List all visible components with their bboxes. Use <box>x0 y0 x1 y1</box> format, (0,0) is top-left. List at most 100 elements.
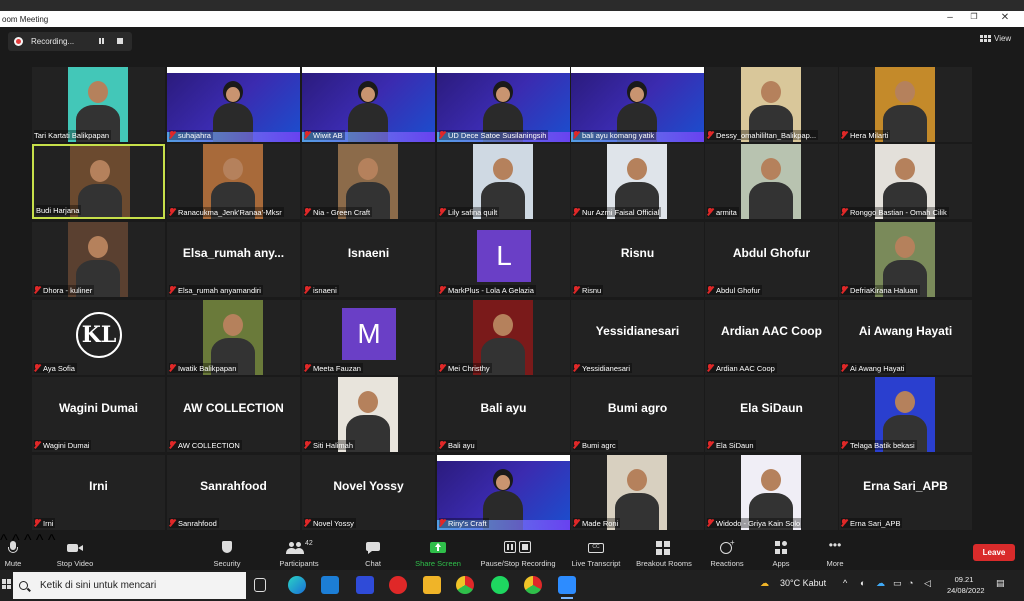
minimize-button[interactable]: – <box>942 12 958 23</box>
restore-button[interactable]: ❐ <box>966 12 982 21</box>
share-screen-button[interactable]: Share Screen <box>412 534 464 568</box>
participant-tile[interactable]: Budi Harjana <box>32 144 165 219</box>
stop-recording-button[interactable] <box>117 38 123 44</box>
chat-options-caret[interactable]: ^ <box>36 532 44 549</box>
participant-tile[interactable]: Ronggo Bastian - Omah Cilik <box>839 144 972 219</box>
muted-mic-icon <box>169 131 175 139</box>
windows-start-icon[interactable] <box>2 579 12 589</box>
breakout-rooms-button[interactable]: Breakout Rooms <box>633 534 695 568</box>
participant-tile[interactable]: Hera Milarti <box>839 67 972 142</box>
participants-options-caret[interactable]: ^ <box>24 532 32 549</box>
participant-tile[interactable]: Wiwit AB <box>302 67 435 142</box>
tray-chevron-icon[interactable]: ^ <box>843 578 847 588</box>
muted-mic-icon <box>169 441 175 449</box>
participant-name-label: Lily safina quilt <box>439 207 500 217</box>
participant-tile[interactable]: suhajahra <box>167 67 300 142</box>
mail-icon[interactable] <box>321 576 339 594</box>
taskbar-search[interactable]: Ketik di sini untuk mencari <box>13 572 246 599</box>
participant-tile[interactable]: Bumi agro Bumi agrc <box>571 377 704 452</box>
participant-tile[interactable]: Risnu Risnu <box>571 222 704 297</box>
apps-button[interactable]: Apps <box>769 534 793 568</box>
participants-button[interactable]: 42 Participants <box>275 534 323 568</box>
participant-tile[interactable]: bali ayu komang yatik <box>571 67 704 142</box>
notification-icon[interactable]: ▤ <box>996 578 1005 589</box>
battery-icon[interactable]: ▭ <box>893 578 902 589</box>
muted-mic-icon <box>304 131 310 139</box>
tray-app-icon[interactable]: ◐ <box>860 578 865 588</box>
pause-stop-recording-button[interactable]: Pause/Stop Recording <box>476 534 560 568</box>
live-transcript-button[interactable]: CC Live Transcript <box>568 534 624 568</box>
participant-tile[interactable]: DefriaKirana Haluan <box>839 222 972 297</box>
participant-tile[interactable]: Lily safina quilt <box>437 144 570 219</box>
security-button[interactable]: Security <box>209 534 245 568</box>
muted-mic-icon <box>439 519 445 527</box>
participant-name: Iwatik Balikpapan <box>178 363 237 373</box>
muted-mic-icon <box>34 519 40 527</box>
participant-name-label: Iwatik Balikpapan <box>169 363 239 373</box>
participant-tile[interactable]: M Meeta Fauzan <box>302 300 435 375</box>
participant-tile[interactable]: UD Dece Satoe Susilaningsih <box>437 67 570 142</box>
volume-icon[interactable]: ◁ <box>924 578 931 589</box>
chat-button[interactable]: Chat <box>362 534 384 568</box>
participant-tile[interactable]: Wagini Dumai Wagini Dumai <box>32 377 165 452</box>
participant-tile[interactable]: Mei Christhy <box>437 300 570 375</box>
participant-tile[interactable]: Ai Awang Hayati Ai Awang Hayati <box>839 300 972 375</box>
participant-tile[interactable]: Tari Kartati Balikpapan <box>32 67 165 142</box>
participant-tile[interactable]: Bali ayu Bali ayu <box>437 377 570 452</box>
more-button[interactable]: ••• More <box>822 534 848 568</box>
participant-tile[interactable]: Siti Halimah <box>302 377 435 452</box>
muted-mic-icon <box>34 364 40 372</box>
participant-name: Yessidianesari <box>582 363 631 373</box>
participant-tile[interactable]: Dhora - kuliner <box>32 222 165 297</box>
participant-tile[interactable]: Nia - Green Craft <box>302 144 435 219</box>
participant-tile[interactable]: Iwatik Balikpapan <box>167 300 300 375</box>
participant-tile[interactable]: Ranacukma_Jenk'Ranaa'-Mksr <box>167 144 300 219</box>
opera-browser-icon[interactable] <box>389 576 407 594</box>
close-button[interactable]: ✕ <box>997 12 1013 23</box>
pause-recording-button[interactable] <box>98 37 106 45</box>
chrome-browser-icon[interactable] <box>456 576 474 594</box>
muted-mic-icon <box>169 208 175 216</box>
taskbar-clock[interactable]: 09.21 24/08/2022 <box>947 574 985 596</box>
onedrive-icon[interactable]: ☁ <box>876 578 885 589</box>
participant-display-name: Sanrahfood <box>200 479 267 493</box>
participant-tile[interactable]: Novel Yossy Novel Yossy <box>302 455 435 530</box>
participant-tile[interactable]: Abdul Ghofur Abdul Ghofur <box>705 222 838 297</box>
app-icon[interactable] <box>356 576 374 594</box>
chrome-profile-icon[interactable] <box>524 576 542 594</box>
participant-tile[interactable]: Ardian AAC Coop Ardian AAC Coop <box>705 300 838 375</box>
participant-tile[interactable]: L MarkPlus - Lola A Gelazia <box>437 222 570 297</box>
zoom-app-icon[interactable] <box>558 576 576 599</box>
edge-browser-icon[interactable] <box>288 576 306 594</box>
participant-tile[interactable]: Yessidianesari Yessidianesari <box>571 300 704 375</box>
participant-tile[interactable]: Nur Azmi Faisal Official <box>571 144 704 219</box>
file-explorer-icon[interactable] <box>423 576 441 594</box>
mute-button[interactable]: Mute <box>2 534 24 568</box>
participant-name: Wagini Dumai <box>43 440 90 450</box>
stop-video-button[interactable]: Stop Video <box>52 534 98 568</box>
spotify-icon[interactable] <box>491 576 509 594</box>
view-button[interactable]: View <box>980 34 1011 43</box>
participant-name: Meeta Fauzan <box>313 363 361 373</box>
participant-tile[interactable]: KL Aya Sofia <box>32 300 165 375</box>
participant-tile[interactable]: Telaga Batik bekasi <box>839 377 972 452</box>
participant-tile[interactable]: Riny's Craft <box>437 455 570 530</box>
participant-tile[interactable]: Irni Irni <box>32 455 165 530</box>
participant-tile[interactable]: Sanrahfood Sanrahfood <box>167 455 300 530</box>
task-view-icon[interactable] <box>254 578 266 592</box>
participant-tile[interactable]: Elsa_rumah any... Elsa_rumah anyamandiri <box>167 222 300 297</box>
participant-tile[interactable]: Made Roni <box>571 455 704 530</box>
participant-tile[interactable]: Erna Sari_APB Erna Sari_APB <box>839 455 972 530</box>
network-icon[interactable]: ◔ <box>908 578 913 588</box>
muted-mic-icon <box>841 519 847 527</box>
participant-tile[interactable]: Ela SiDaun Ela SiDaun <box>705 377 838 452</box>
participant-tile[interactable]: Dessy_omahililtan_Balikpap... <box>705 67 838 142</box>
leave-button[interactable]: Leave <box>973 544 1015 561</box>
weather-label[interactable]: 30°C Kabut <box>780 578 826 588</box>
participant-tile[interactable]: armita <box>705 144 838 219</box>
participant-tile[interactable]: Widodo - Griya Kain Solo <box>705 455 838 530</box>
participant-tile[interactable]: AW COLLECTION AW COLLECTION <box>167 377 300 452</box>
participant-tile[interactable]: Isnaeni isnaeni <box>302 222 435 297</box>
participant-name-label: bali ayu komang yatik <box>573 130 657 140</box>
reactions-button[interactable]: + Reactions <box>708 534 746 568</box>
